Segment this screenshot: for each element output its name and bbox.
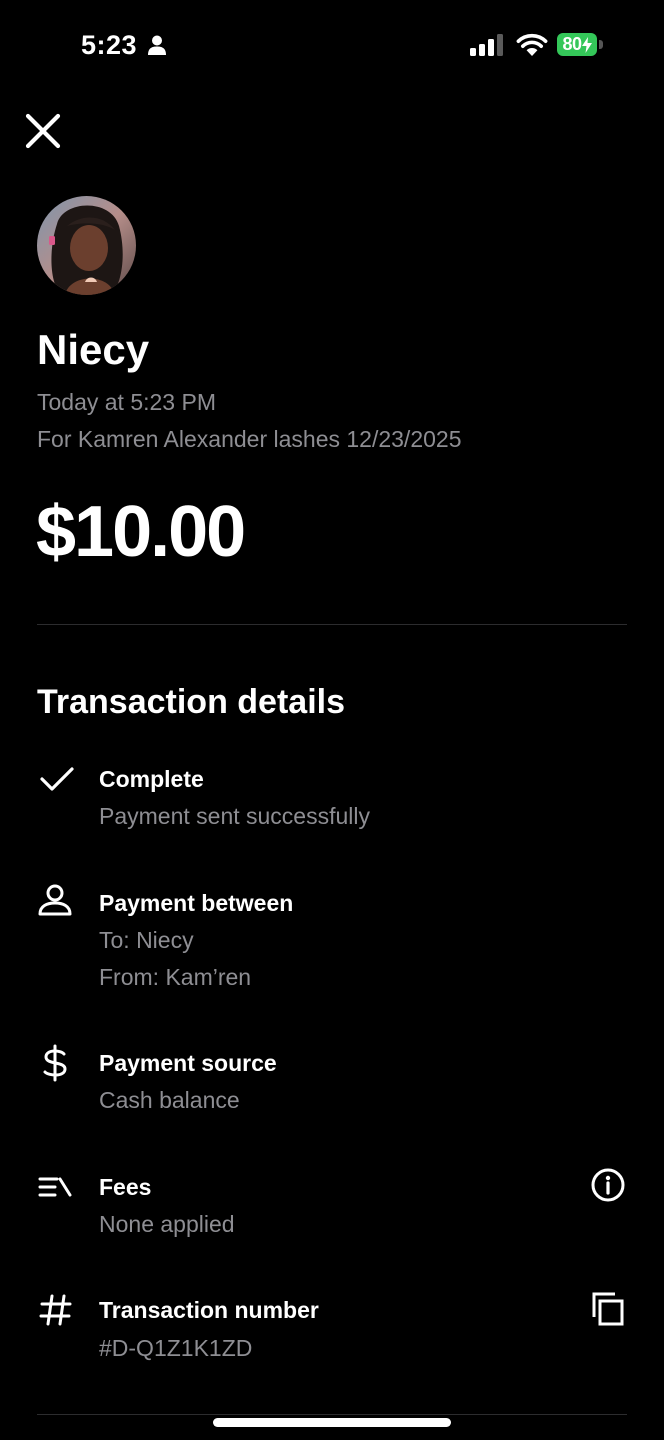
wifi-icon (516, 33, 548, 56)
dollar-sign-icon (43, 1044, 67, 1082)
row-title-transaction-number: Transaction number (99, 1297, 319, 1323)
row-detail-transaction-id: #D-Q1Z1K1ZD (99, 1335, 253, 1361)
copy-icon[interactable] (589, 1290, 627, 1328)
transaction-date: Today at 5:23 PM (37, 389, 216, 415)
row-detail-source: Cash balance (99, 1087, 240, 1113)
row-title-fees: Fees (99, 1174, 152, 1200)
person-status-icon (148, 35, 166, 55)
person-icon (38, 884, 72, 916)
battery-cap (599, 40, 603, 49)
section-title: Transaction details (37, 683, 345, 721)
cellular-signal-icon (470, 34, 503, 56)
transaction-note: For Kamren Alexander lashes 12/23/2025 (37, 426, 462, 452)
recipient-name: Niecy (37, 326, 150, 373)
info-icon[interactable] (589, 1166, 627, 1204)
battery-level: 80 (562, 34, 582, 54)
transaction-amount: $10.00 (36, 492, 246, 572)
avatar (37, 196, 136, 295)
row-title-payment-source: Payment source (99, 1050, 277, 1076)
charging-bolt-icon (581, 36, 592, 53)
home-indicator[interactable] (213, 1418, 451, 1427)
row-detail-from: From: Kam’ren (99, 964, 252, 990)
divider (37, 1414, 627, 1415)
fees-list-icon (38, 1177, 72, 1197)
status-time: 5:23 (81, 30, 138, 60)
checkmark-icon (40, 767, 74, 791)
row-detail-status: Payment sent successfully (99, 803, 371, 829)
battery-indicator: 80 (557, 33, 597, 56)
row-title-complete: Complete (99, 766, 204, 792)
row-detail-to: To: Niecy (99, 927, 194, 953)
hash-icon (39, 1294, 72, 1326)
divider (37, 624, 627, 625)
close-icon[interactable] (22, 110, 64, 152)
row-title-payment-between: Payment between (99, 890, 294, 916)
row-detail-fees: None applied (99, 1211, 235, 1237)
